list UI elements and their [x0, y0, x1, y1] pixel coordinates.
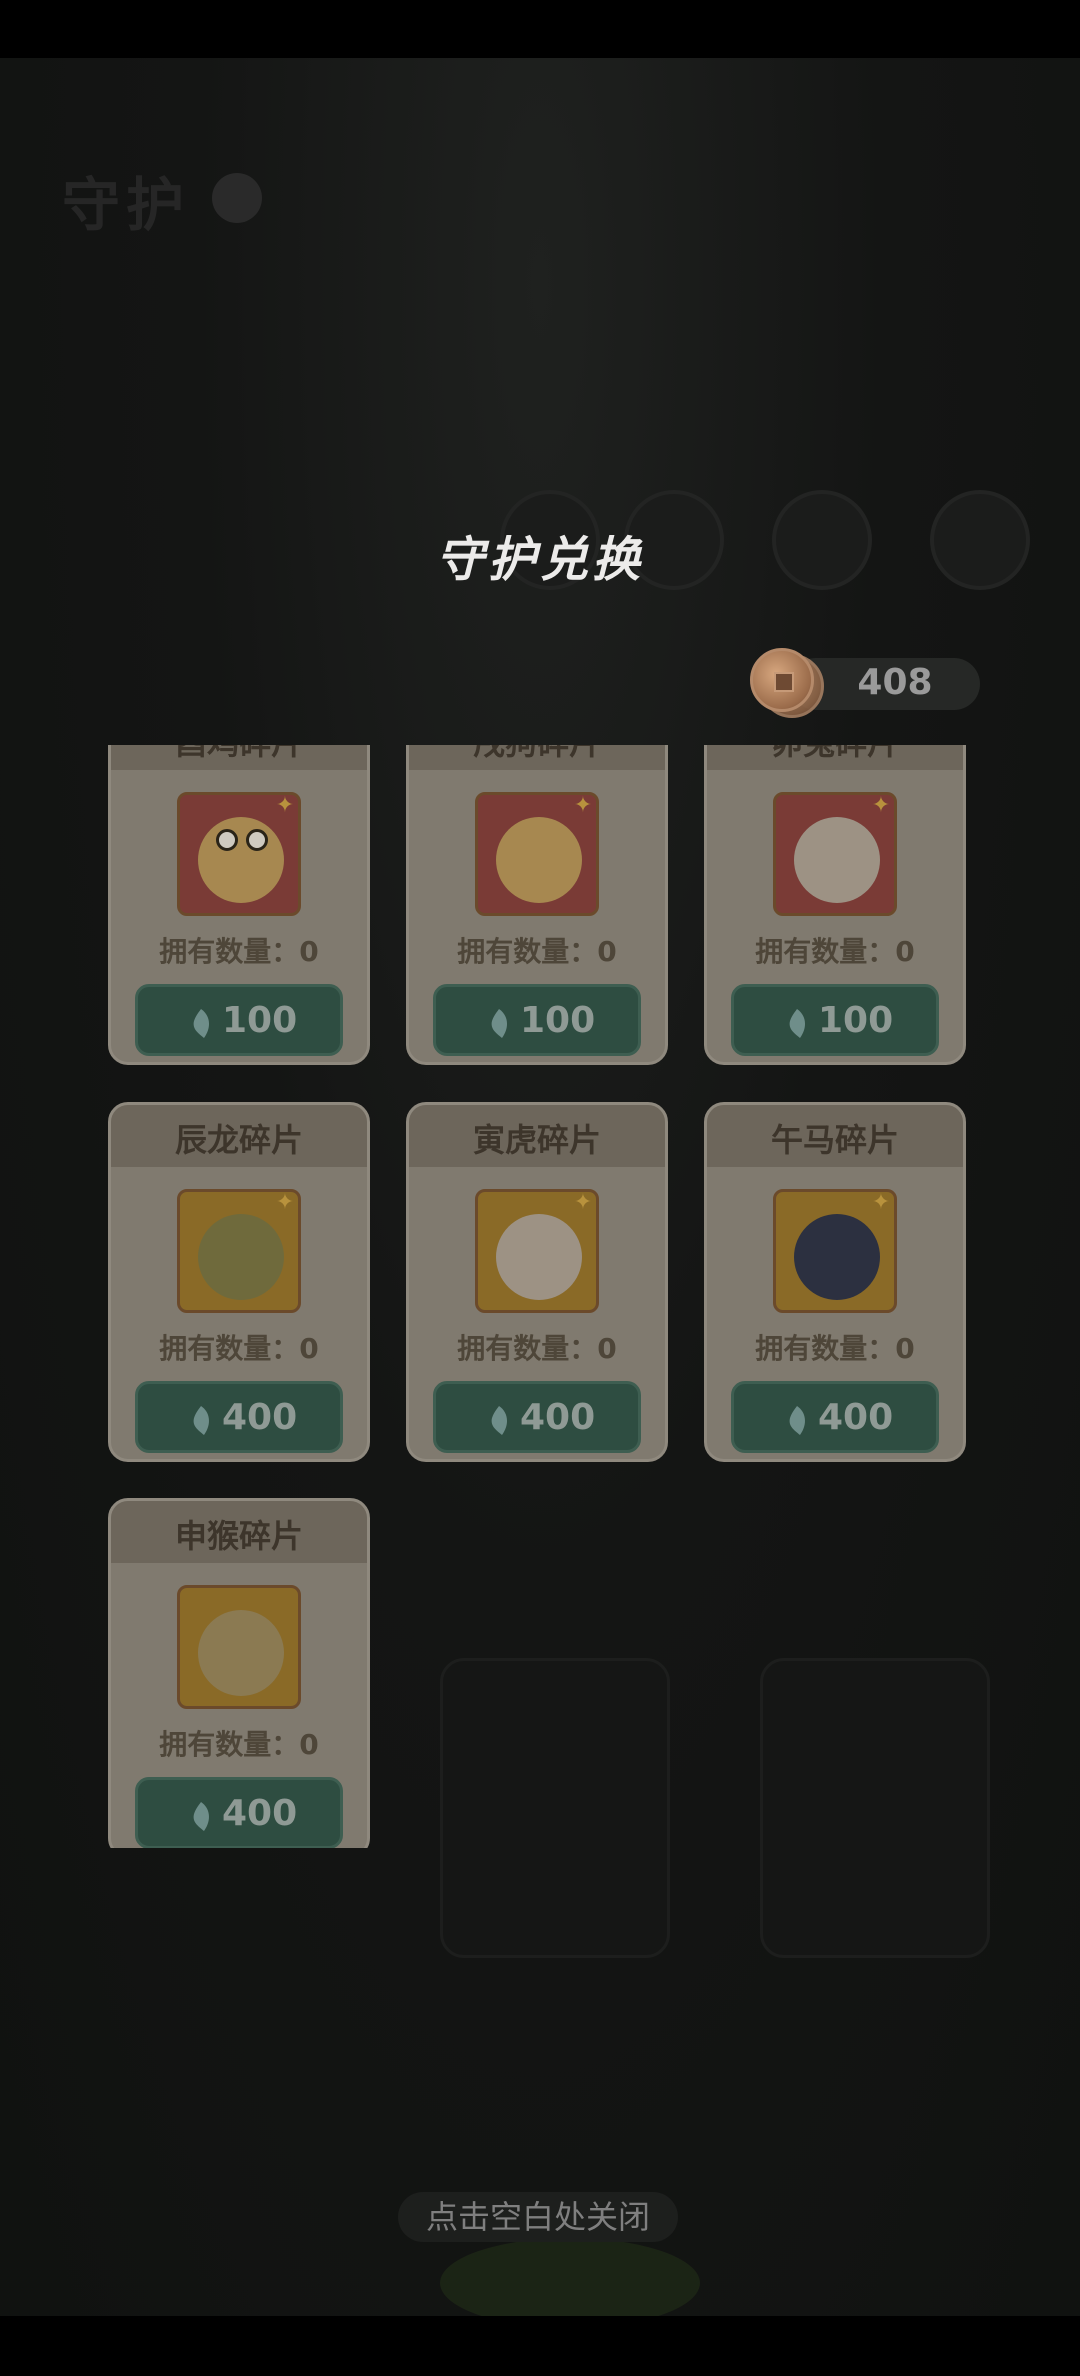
card-name: 戌狗碎片 — [409, 745, 665, 764]
exchange-button[interactable]: 400 — [135, 1381, 343, 1453]
sparkle-icon: ✦ — [573, 793, 593, 818]
exchange-button[interactable]: 100 — [731, 984, 939, 1056]
soul-gem-icon — [491, 1406, 508, 1435]
price-label: 100 — [818, 1000, 894, 1041]
card-name: 卯兔碎片 — [707, 745, 963, 764]
soul-gem-icon — [193, 1406, 210, 1435]
coin-balance-value: 408 — [857, 662, 933, 703]
coin-icon — [750, 648, 814, 712]
fragment-card: 卯兔碎片 ✦ 拥有数量：0 100 — [704, 745, 966, 1065]
price-label: 400 — [818, 1397, 894, 1438]
portrait-face — [198, 1214, 284, 1300]
owned-count: 拥有数量：0 — [755, 935, 915, 968]
soul-gem-icon — [491, 1009, 508, 1038]
status-bar — [0, 0, 1080, 58]
portrait-face — [496, 1214, 582, 1300]
fragment-card: 申猴碎片 拥有数量：0 400 — [108, 1498, 370, 1848]
close-hint[interactable]: 点击空白处关闭 — [398, 2192, 678, 2242]
card-name: 寅虎碎片 — [472, 1121, 601, 1159]
portrait-face — [794, 1214, 880, 1300]
owned-count: 拥有数量：0 — [457, 1332, 617, 1365]
dragon-portrait-icon: ✦ — [177, 1189, 301, 1313]
background-info-icon — [212, 173, 262, 223]
exchange-button[interactable]: 100 — [433, 984, 641, 1056]
portrait-eye — [246, 829, 268, 851]
owned-count: 拥有数量：0 — [159, 1332, 319, 1365]
card-name: 辰龙碎片 — [174, 1121, 303, 1159]
rabbit-portrait-icon: ✦ — [773, 792, 897, 916]
price-label: 400 — [222, 1397, 298, 1438]
owned-count: 拥有数量：0 — [755, 1332, 915, 1365]
soul-gem-icon — [193, 1009, 210, 1038]
horse-portrait-icon: ✦ — [773, 1189, 897, 1313]
soul-gem-icon — [193, 1802, 210, 1831]
card-name: 午马碎片 — [770, 1121, 899, 1159]
navigation-bar — [0, 2316, 1080, 2376]
rooster-portrait-icon: ✦ — [177, 792, 301, 916]
portrait-face — [198, 1610, 284, 1696]
fragment-card: 午马碎片 ✦ 拥有数量：0 400 — [704, 1102, 966, 1462]
modal-title: 守护兑换 — [435, 532, 644, 588]
cloud-decoration — [440, 2238, 700, 2328]
fragment-card: 辰龙碎片 ✦ 拥有数量：0 400 — [108, 1102, 370, 1462]
price-label: 400 — [520, 1397, 596, 1438]
portrait-eye — [216, 829, 238, 851]
price-label: 100 — [520, 1000, 596, 1041]
fragment-grid[interactable]: 酉鸡碎片 ✦ 拥有数量：0 100 戌狗碎片 ✦ 拥有数量：0 — [108, 745, 968, 1848]
exchange-button[interactable]: 400 — [731, 1381, 939, 1453]
portrait-face — [198, 817, 284, 903]
background-title-decoration: 守护 — [62, 171, 191, 239]
sparkle-icon: ✦ — [573, 1190, 593, 1215]
screen: 守护 守护兑换 408 酉鸡碎片 ✦ 拥有数量：0 — [0, 0, 1080, 2376]
fragment-card: 酉鸡碎片 ✦ 拥有数量：0 100 — [108, 745, 370, 1065]
owned-count: 拥有数量：0 — [159, 1728, 319, 1761]
soul-gem-icon — [789, 1406, 806, 1435]
sparkle-icon: ✦ — [871, 1190, 891, 1215]
coin-balance-chip: 408 — [750, 648, 980, 718]
sparkle-icon: ✦ — [275, 1190, 295, 1215]
owned-count: 拥有数量：0 — [159, 935, 319, 968]
fragment-card: 寅虎碎片 ✦ 拥有数量：0 400 — [406, 1102, 668, 1462]
owned-count: 拥有数量：0 — [457, 935, 617, 968]
card-name: 酉鸡碎片 — [111, 745, 367, 764]
price-label: 400 — [222, 1793, 298, 1834]
tiger-portrait-icon: ✦ — [475, 1189, 599, 1313]
dog-portrait-icon: ✦ — [475, 792, 599, 916]
sparkle-icon: ✦ — [871, 793, 891, 818]
portrait-face — [496, 817, 582, 903]
soul-gem-icon — [789, 1009, 806, 1038]
card-name: 申猴碎片 — [174, 1517, 303, 1555]
exchange-button[interactable]: 100 — [135, 984, 343, 1056]
sparkle-icon: ✦ — [275, 793, 295, 818]
exchange-button[interactable]: 400 — [135, 1777, 343, 1848]
portrait-face — [794, 817, 880, 903]
price-label: 100 — [222, 1000, 298, 1041]
exchange-button[interactable]: 400 — [433, 1381, 641, 1453]
fragment-card: 戌狗碎片 ✦ 拥有数量：0 100 — [406, 745, 668, 1065]
monkey-portrait-icon — [177, 1585, 301, 1709]
